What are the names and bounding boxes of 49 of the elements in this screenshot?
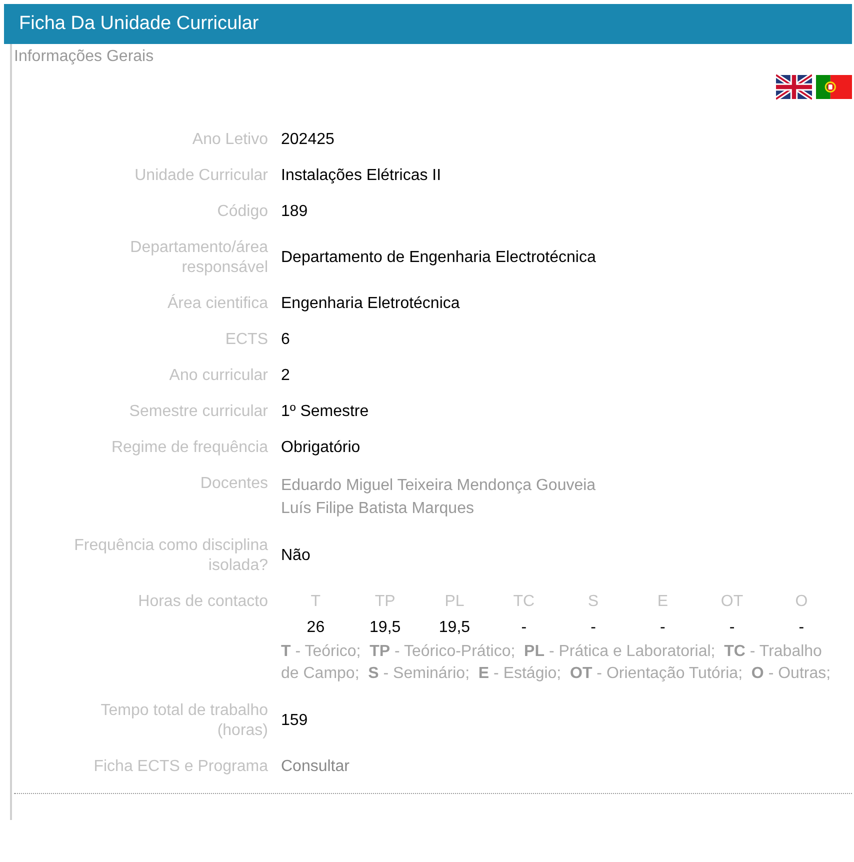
hours-column-header: OT xyxy=(720,592,744,612)
section-title: Informações Gerais xyxy=(13,47,154,66)
hours-column-header: PL xyxy=(444,592,464,612)
hours-value: 19,5 xyxy=(370,618,401,638)
hours-column-header: TC xyxy=(513,592,535,612)
field-label: Código xyxy=(217,202,268,222)
field-label: Área cientifica xyxy=(168,294,268,314)
field-value: 1º Semestre xyxy=(281,402,369,422)
field-label: Ano curricular xyxy=(169,366,268,386)
field-value: Engenharia Eletrotécnica xyxy=(281,294,460,314)
hours-column-header: TP xyxy=(374,592,396,612)
consult-link[interactable]: Consultar xyxy=(281,757,350,777)
hours-value: 26 xyxy=(306,618,325,638)
field-label: Regime de frequência xyxy=(111,438,268,458)
field-value: 2 xyxy=(281,366,290,386)
hours-column-header: O xyxy=(795,592,808,612)
field-label: Tempo total de trabalho (horas) xyxy=(100,701,268,741)
field-label: Frequência como disciplina isolada? xyxy=(74,536,268,576)
portugal-flag-icon[interactable] xyxy=(816,74,852,100)
teacher-name: Luís Filipe Batista Marques xyxy=(281,499,474,519)
field-label: Horas de contacto xyxy=(138,592,268,612)
field-label: Ano Letivo xyxy=(192,130,268,150)
hours-value: - xyxy=(521,618,527,638)
field-value: Obrigatório xyxy=(281,438,360,458)
field-value: Não xyxy=(281,546,310,566)
field-label: Docentes xyxy=(200,474,268,494)
hours-value: - xyxy=(798,618,804,638)
hours-column-header: E xyxy=(657,592,668,612)
hours-value: - xyxy=(660,618,666,638)
field-value: 202425 xyxy=(281,130,334,150)
hours-value: - xyxy=(729,618,735,638)
field-value: Departamento de Engenharia Electrotécnica xyxy=(281,248,596,268)
hours-value: 19,5 xyxy=(438,618,470,638)
field-value: Instalações Elétricas II xyxy=(281,166,442,186)
field-value: 189 xyxy=(281,202,308,222)
hours-value: - xyxy=(590,618,596,638)
field-label: Unidade Curricular xyxy=(134,166,268,186)
uk-flag-icon[interactable] xyxy=(776,74,812,100)
field-label: Ficha ECTS e Programa xyxy=(94,757,268,777)
hours-legend: T - Teórico; TP - Teórico-Prático; PL - Prática e Laboratorial; TC - Trabalho de Campo; S - Seminário; E - Estágio; OT - Orientação Tutória; O - Outras; xyxy=(281,641,837,685)
hours-column-header: S xyxy=(588,592,599,612)
field-label: ECTS xyxy=(225,330,268,350)
field-value: 159 xyxy=(281,711,308,731)
field-label: Semestre curricular xyxy=(129,402,268,422)
hours-column-header: T xyxy=(310,592,321,612)
teacher-name: Eduardo Miguel Teixeira Mendonça Gouveia xyxy=(281,476,596,496)
field-value: 6 xyxy=(281,330,290,350)
field-label: Departamento/área responsável xyxy=(130,238,268,278)
page-title: Ficha Da Unidade Curricular xyxy=(19,13,259,35)
